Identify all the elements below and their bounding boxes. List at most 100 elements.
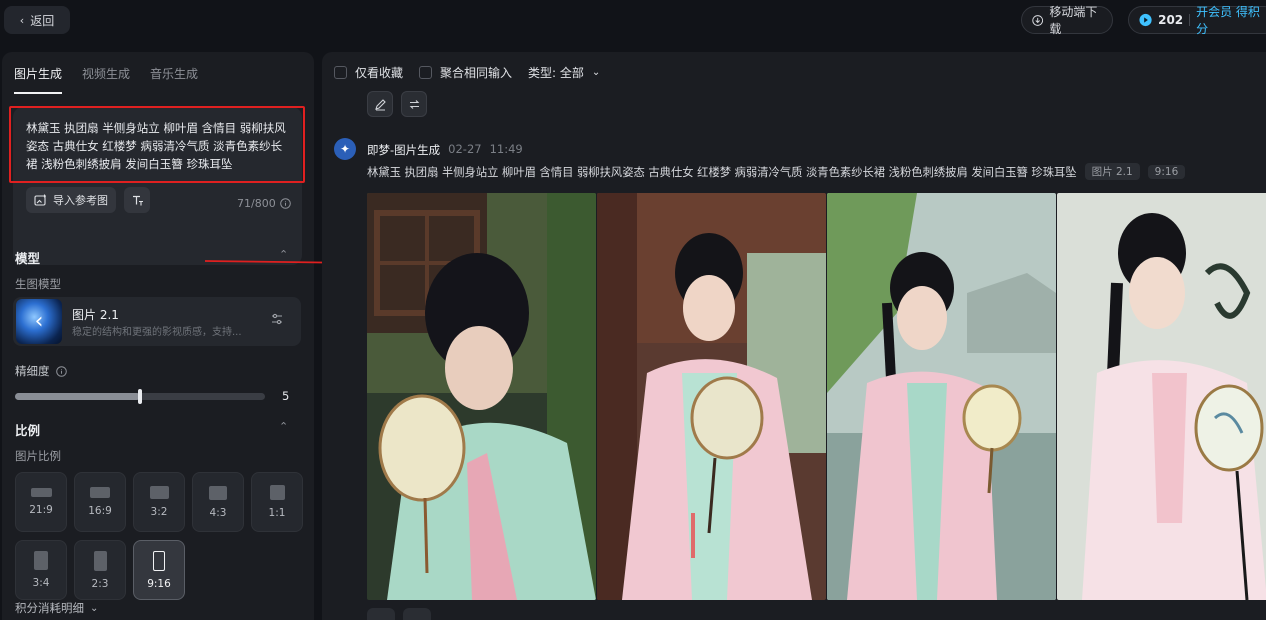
merge-inputs-filter[interactable]: 聚合相同输入 [419,64,512,81]
tab-image-generation[interactable]: 图片生成 [14,65,63,94]
generated-images [367,193,1266,600]
credits-detail-label: 积分消耗明细 [15,601,84,615]
ratio-option-16-9[interactable]: 16:9 [74,472,126,532]
ratio-option-3-2[interactable]: 3:2 [133,472,185,532]
ratio-label: 16:9 [88,505,112,517]
membership-link[interactable]: 开会员 得积分 [1196,3,1266,37]
regenerate-button[interactable] [401,91,427,117]
ratio-icon [209,485,227,500]
favorites-only-label: 仅看收藏 [355,66,404,80]
ratio-option-2-3[interactable]: 2:3 [74,540,126,600]
ratio-option-4-3[interactable]: 4:3 [192,472,244,532]
import-reference-button[interactable]: 导入参考图 [26,187,116,213]
ratio-label: 3:4 [32,577,50,589]
ratio-sub-label: 图片比例 [15,449,61,463]
chevron-down-icon: ⌄ [591,67,601,78]
result-actions [367,608,431,620]
chevron-left-icon: ‹ [19,13,25,27]
divider [1189,14,1191,26]
results-panel: 仅看收藏 聚合相同输入 类型: 全部 ⌄ ✦ 即梦-图片生成 02-27 11:… [322,52,1266,620]
char-counter: 71/800 [237,197,291,210]
credits-detail-toggle[interactable]: 积分消耗明细 ⌄ [15,600,98,616]
model-tag: 图片 2.1 [1084,163,1140,180]
action-button[interactable] [403,608,431,620]
model-description: 稳定的结构和更强的影视质感，支持... [72,327,242,338]
chevron-up-icon[interactable]: ⌃ [279,420,288,433]
credit-count: 202 [1158,13,1184,27]
ratio-option-9-16[interactable]: 9:16 [133,540,185,600]
type-dropdown[interactable]: 类型: 全部 ⌄ [528,64,600,81]
ratio-label: 9:16 [147,577,171,590]
ratio-label: 21:9 [29,504,53,516]
download-icon [1032,14,1044,26]
detail-slider[interactable] [15,389,265,404]
chevron-down-icon: ⌄ [90,602,99,614]
slider-handle[interactable] [138,389,142,404]
mode-tabs: 图片生成 视频生成 音乐生成 [14,65,198,94]
generation-meta: 即梦-图片生成 02-27 11:49 [367,142,523,158]
tab-music-generation[interactable]: 音乐生成 [150,65,198,94]
back-label: 返回 [30,13,55,28]
filter-bar: 仅看收藏 聚合相同输入 类型: 全部 ⌄ [334,64,600,81]
ratio-label: 1:1 [268,507,286,519]
generated-image-3[interactable] [827,193,1056,600]
ratio-option-21-9[interactable]: 21:9 [15,472,67,532]
tab-video-generation[interactable]: 视频生成 [82,65,130,94]
highlight-box [9,106,305,183]
type-label: 类型: 全部 [528,66,584,80]
ratio-icon [34,551,48,570]
ratio-label: 4:3 [209,506,227,519]
model-thumbnail: ‹ [16,299,62,344]
text-style-button[interactable] [124,187,150,213]
char-count-text: 71/800 [237,197,276,210]
slider-fill [15,393,140,400]
info-icon[interactable] [55,365,67,377]
ratio-icon [153,550,165,571]
ratio-icon [149,486,169,499]
back-button[interactable]: ‹ 返回 [4,6,70,34]
ratio-tag: 9:16 [1147,164,1186,179]
generated-image-2[interactable] [597,193,826,600]
settings-sliders-icon[interactable] [270,312,284,326]
credits-pill[interactable]: 202 开会员 得积分 [1128,3,1266,37]
ratio-label: 3:2 [150,506,168,518]
generated-image-4[interactable] [1057,193,1266,600]
favorites-only-filter[interactable]: 仅看收藏 [334,64,403,81]
pencil-icon [374,98,386,111]
generation-time: 11:49 [489,142,523,156]
info-icon[interactable] [279,198,291,209]
ratio-icon [269,485,285,500]
generation-name: 即梦-图片生成 [367,143,441,157]
image-add-icon [34,194,46,206]
ratio-icon [30,488,52,497]
generated-image-1[interactable] [367,193,596,600]
download-label: 移动端下载 [1049,5,1098,36]
prompt-toolbar: 导入参考图 [26,187,150,213]
merge-inputs-label: 聚合相同输入 [440,66,513,80]
top-bar: ‹ 返回 移动端下载 202 开会员 得积分 [0,0,1266,44]
ratio-option-1-1[interactable]: 1:1 [251,472,303,532]
checkbox[interactable] [419,66,433,79]
text-icon [132,195,143,205]
generation-prompt[interactable]: 林黛玉 执团扇 半侧身站立 柳叶眉 含情目 弱柳扶风姿态 古典仕女 红楼梦 病弱… [367,164,1077,180]
ratio-option-3-4[interactable]: 3:4 [15,540,67,600]
refresh-icon [409,99,419,109]
checkbox[interactable] [334,66,347,79]
detail-value: 5 [282,389,290,403]
ratio-section-title: 比例 [15,423,41,438]
generation-prompt-row: 林黛玉 执团扇 半侧身站立 柳叶眉 含情目 弱柳扶风姿态 古典仕女 红楼梦 病弱… [367,163,1186,180]
mobile-download-button[interactable]: 移动端下载 [1021,5,1113,36]
credit-icon [1139,13,1152,27]
model-selector[interactable]: ‹ 图片 2.1 稳定的结构和更强的影视质感，支持... [13,297,301,346]
generation-settings-panel: 图片生成 视频生成 音乐生成 林黛玉 执团扇 半侧身站立 柳叶眉 含情目 弱柳扶… [2,52,314,620]
detail-label: 精细度 [15,364,50,378]
action-button[interactable] [367,608,395,620]
model-name: 图片 2.1 [72,308,119,322]
edit-prompt-button[interactable] [367,91,393,117]
chevron-left-icon: ‹ [34,309,44,334]
detail-label-row: 精细度 [15,363,67,379]
generation-date: 02-27 [448,142,482,156]
ratio-icon [93,550,107,571]
dreamina-logo-icon: ✦ [334,138,356,160]
import-reference-label: 导入参考图 [53,194,108,207]
